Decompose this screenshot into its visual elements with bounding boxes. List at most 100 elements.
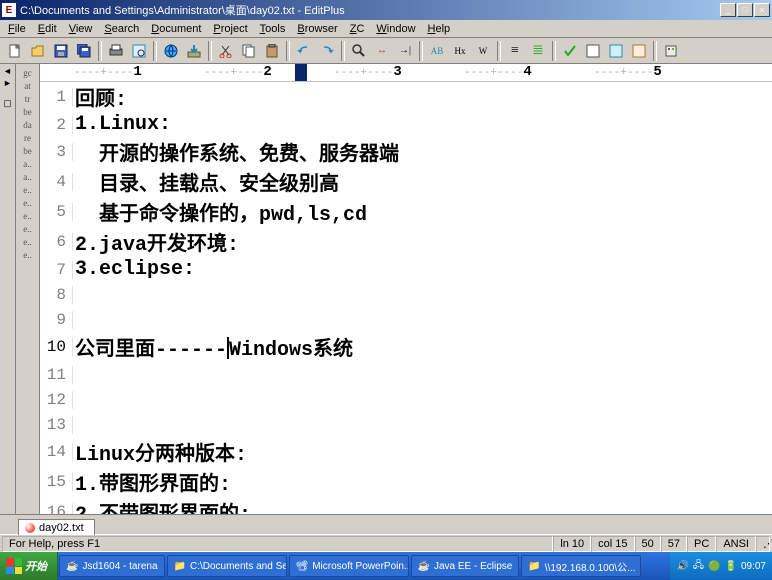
doclist-item[interactable]: e.. <box>23 237 32 247</box>
taskbar-button[interactable]: ☕Java EE - Eclipse <box>411 555 520 577</box>
code-line[interactable]: 5 基于命令操作的，pwd,ls,cd <box>40 197 772 227</box>
taskbar-button[interactable]: 📁\\192.168.0.100\公... <box>521 555 641 577</box>
line-content[interactable]: 公司里面------Windows系统 <box>73 332 772 362</box>
menu-file[interactable]: File <box>2 22 32 36</box>
doclist-item[interactable]: e.. <box>23 224 32 234</box>
save-all-button[interactable] <box>73 40 95 62</box>
code-line[interactable]: 4 目录、挂载点、安全级别高 <box>40 167 772 197</box>
editor-area[interactable]: 1回顾:21.Linux:3 开源的操作系统、免费、服务器端4 目录、挂载点、安… <box>40 82 772 514</box>
menu-edit[interactable]: Edit <box>32 22 63 36</box>
taskbar-button[interactable]: 📽Microsoft PowerPoin... <box>289 555 409 577</box>
close-button[interactable]: × <box>754 3 770 17</box>
menu-view[interactable]: View <box>63 22 99 36</box>
menu-search[interactable]: Search <box>98 22 145 36</box>
open-button[interactable] <box>27 40 49 62</box>
menu-zc[interactable]: ZC <box>344 22 371 36</box>
goto-button[interactable]: →| <box>394 40 416 62</box>
file-tab[interactable]: day02.txt <box>18 519 95 535</box>
menu-project[interactable]: Project <box>207 22 253 36</box>
arrow-right-icon[interactable]: ► <box>3 78 12 88</box>
line-content[interactable]: 回顾: <box>73 82 772 112</box>
doclist-item[interactable]: re <box>24 133 31 143</box>
doclist-item[interactable]: e.. <box>23 250 32 260</box>
redo-button[interactable] <box>316 40 338 62</box>
line-content[interactable]: 3.eclipse: <box>73 258 772 281</box>
doclist-item[interactable]: da <box>23 120 32 130</box>
line-content[interactable]: 1.Linux: <box>73 113 772 136</box>
cut-button[interactable] <box>215 40 237 62</box>
menu-document[interactable]: Document <box>145 22 207 36</box>
code-line[interactable]: 13 <box>40 412 772 437</box>
doclist-item[interactable]: be <box>23 107 32 117</box>
line-content[interactable]: Linux分两种版本: <box>73 437 772 467</box>
system-tray[interactable]: 🔊 🖧 🟢 🔋 09:07 <box>670 552 772 580</box>
status-resize[interactable]: ⋰ <box>756 536 770 552</box>
tray-icon[interactable]: 🖧 <box>693 558 704 575</box>
indent-out-button[interactable]: ≣ <box>527 40 549 62</box>
menubar[interactable]: FileEditViewSearchDocumentProjectToolsBr… <box>0 20 772 38</box>
load-default-button[interactable] <box>183 40 205 62</box>
code-line[interactable]: 11 <box>40 362 772 387</box>
code-line[interactable]: 10公司里面------Windows系统 <box>40 332 772 362</box>
settings-button[interactable] <box>660 40 682 62</box>
code-line[interactable]: 12 <box>40 387 772 412</box>
indent-in-button[interactable]: ≡ <box>504 40 526 62</box>
browser-button[interactable] <box>160 40 182 62</box>
doclist-item[interactable]: a.. <box>23 172 32 182</box>
doclist-item[interactable]: a.. <box>23 159 32 169</box>
menu-window[interactable]: Window <box>370 22 421 36</box>
replace-button[interactable]: ↔ <box>371 40 393 62</box>
spell-button[interactable]: AB <box>426 40 448 62</box>
print-preview-button[interactable] <box>128 40 150 62</box>
code-line[interactable]: 1回顾: <box>40 82 772 112</box>
code-line[interactable]: 62.java开发环境: <box>40 227 772 257</box>
box-icon[interactable]: ▢ <box>3 98 12 109</box>
doclist-item[interactable]: at <box>24 81 31 91</box>
menu-tools[interactable]: Tools <box>254 22 292 36</box>
line-content[interactable]: 2.不带图形界面的: <box>73 497 772 514</box>
tray-icon[interactable]: 🔋 <box>725 561 737 572</box>
copy-button[interactable] <box>238 40 260 62</box>
undo-button[interactable] <box>293 40 315 62</box>
save-button[interactable] <box>50 40 72 62</box>
wordwrap-button[interactable]: W <box>472 40 494 62</box>
titlebar[interactable]: E C:\Documents and Settings\Administrato… <box>0 0 772 20</box>
menu-help[interactable]: Help <box>422 22 457 36</box>
view2-button[interactable] <box>605 40 627 62</box>
code-line[interactable]: 21.Linux: <box>40 112 772 137</box>
maximize-button[interactable]: □ <box>737 3 753 17</box>
line-content[interactable]: 目录、挂载点、安全级别高 <box>73 167 772 197</box>
doclist-item[interactable]: e.. <box>23 185 32 195</box>
code-line[interactable]: 14Linux分两种版本: <box>40 437 772 467</box>
minimize-button[interactable]: _ <box>720 3 736 17</box>
code-line[interactable]: 151.带图形界面的: <box>40 467 772 497</box>
doclist-item[interactable]: be <box>23 146 32 156</box>
new-file-button[interactable] <box>4 40 26 62</box>
arrow-left-icon[interactable]: ◄ <box>3 66 12 76</box>
taskbar-button[interactable]: ☕Jsd1604 - tarena <box>59 555 165 577</box>
doclist-item[interactable]: gc <box>23 68 32 78</box>
doclist-item[interactable]: e.. <box>23 198 32 208</box>
code-line[interactable]: 162.不带图形界面的: <box>40 497 772 514</box>
print-button[interactable] <box>105 40 127 62</box>
paste-button[interactable] <box>261 40 283 62</box>
find-button[interactable] <box>348 40 370 62</box>
doclist-item[interactable]: tr <box>25 94 31 104</box>
line-content[interactable]: 基于命令操作的，pwd,ls,cd <box>73 197 772 227</box>
taskbar-button[interactable]: 📁C:\Documents and Se... <box>167 555 287 577</box>
view3-button[interactable] <box>628 40 650 62</box>
tray-icon[interactable]: 🔊 <box>676 561 688 572</box>
code-line[interactable]: 8 <box>40 282 772 307</box>
tray-icon[interactable]: 🟢 <box>708 561 720 572</box>
line-content[interactable]: 1.带图形界面的: <box>73 467 772 497</box>
tray-clock[interactable]: 09:07 <box>741 561 766 572</box>
line-content[interactable]: 开源的操作系统、免费、服务器端 <box>73 137 772 167</box>
code-line[interactable]: 73.eclipse: <box>40 257 772 282</box>
doclist-item[interactable]: e.. <box>23 211 32 221</box>
view1-button[interactable] <box>582 40 604 62</box>
start-button[interactable]: 开始 <box>0 552 58 580</box>
code-line[interactable]: 3 开源的操作系统、免费、服务器端 <box>40 137 772 167</box>
hex-button[interactable]: Hx <box>449 40 471 62</box>
line-content[interactable]: 2.java开发环境: <box>73 227 772 257</box>
menu-browser[interactable]: Browser <box>291 22 343 36</box>
